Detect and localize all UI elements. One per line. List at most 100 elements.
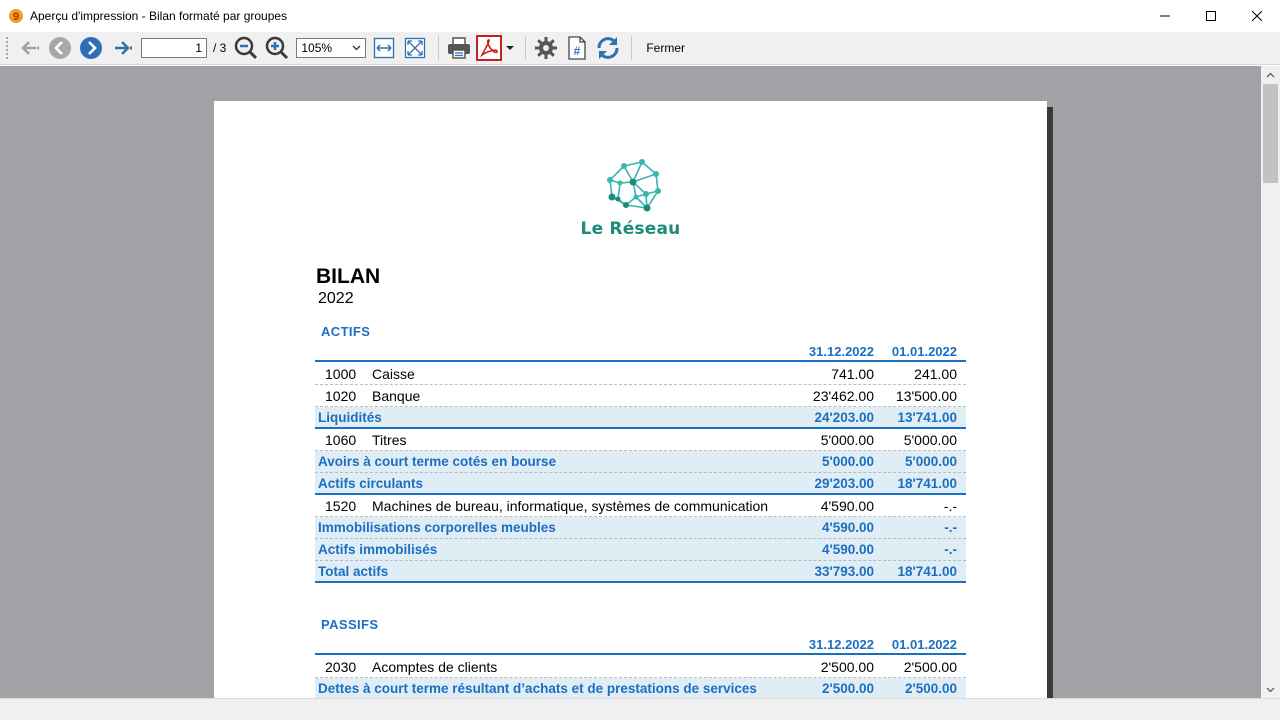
last-page-button[interactable] <box>108 34 136 62</box>
refresh-icon <box>597 37 619 59</box>
amount-previous: 241.00 <box>914 366 957 382</box>
amount-previous: 5'000.00 <box>903 432 957 448</box>
minimize-icon <box>1160 15 1170 17</box>
account-description: Immobilisations corporelles meubles <box>318 520 556 535</box>
close-icon <box>1252 11 1262 21</box>
hash-document-icon: # <box>568 36 586 60</box>
page-number-input[interactable]: 1 <box>141 38 207 58</box>
account-row: 2030 Acomptes de clients 2'500.00 2'500.00 <box>315 656 966 678</box>
report-year: 2022 <box>318 290 354 307</box>
assets-table: 1000 Caisse 741.00 241.00 1020 Banque 23'462.0… <box>315 363 966 583</box>
close-window-button[interactable] <box>1234 0 1280 32</box>
chevron-up-icon <box>1266 72 1275 77</box>
amount-previous: -.- <box>944 520 957 535</box>
column-date-previous: 01.01.2022 <box>891 637 957 652</box>
zoom-in-button[interactable] <box>263 34 291 62</box>
group-total-row: Immobilisations corporelles meubles 4'590… <box>315 517 966 539</box>
group-total-row: Total actifs 33'793.00 18'741.00 <box>315 561 966 583</box>
amount-previous: -.- <box>944 542 957 557</box>
toolbar-separator <box>438 36 440 60</box>
group-total-row: Actifs circulants 29'203.00 18'741.00 <box>315 473 966 495</box>
amount-previous: 18'741.00 <box>897 476 957 491</box>
toolbar: 1 / 3 105% # Fermer <box>0 32 1280 65</box>
first-page-button[interactable] <box>15 34 43 62</box>
maximize-icon <box>1206 11 1216 21</box>
fit-page-icon <box>405 37 426 59</box>
report-page: Le Réseau BILAN 2022 ACTIFS 31.12.2022 0… <box>214 101 1047 698</box>
page-total-label: / 3 <box>213 41 227 55</box>
zoom-value: 105% <box>301 41 333 55</box>
maximize-button[interactable] <box>1188 0 1234 32</box>
settings-button[interactable] <box>532 34 560 62</box>
group-total-row: Liquidités 24'203.00 13'741.00 <box>315 407 966 429</box>
preview-area[interactable]: Le Réseau BILAN 2022 ACTIFS 31.12.2022 0… <box>0 66 1261 698</box>
status-bar <box>0 698 1280 720</box>
scroll-down-button[interactable] <box>1261 681 1280 698</box>
amount-current: 29'203.00 <box>814 476 874 491</box>
app-icon: 9 <box>8 8 24 24</box>
amount-current: 4'590.00 <box>821 542 874 557</box>
export-pdf-button[interactable] <box>476 34 516 62</box>
account-number: 1020 <box>325 388 357 404</box>
amount-current: 23'462.00 <box>812 388 874 404</box>
printer-icon <box>448 37 471 59</box>
account-row: 1060 Titres 5'000.00 5'000.00 <box>315 429 966 451</box>
account-description: Dettes à court terme résultant d’achats … <box>318 681 757 696</box>
next-page-button[interactable] <box>77 34 105 62</box>
fit-width-button[interactable] <box>370 34 398 62</box>
minimize-button[interactable] <box>1142 0 1188 32</box>
amount-previous: 5'000.00 <box>904 454 957 469</box>
previous-page-icon <box>49 37 71 59</box>
account-description: Machines de bureau, informatique, systèm… <box>372 498 769 514</box>
next-page-icon <box>80 37 102 59</box>
toolbar-separator <box>631 36 633 60</box>
toolbar-grip[interactable] <box>5 36 9 60</box>
chevron-down-icon <box>1266 687 1275 692</box>
previous-page-button[interactable] <box>46 34 74 62</box>
chevron-down-icon <box>352 45 361 51</box>
amount-current: 2'500.00 <box>820 659 874 675</box>
amount-current: 33'793.00 <box>814 564 874 579</box>
pdf-icon <box>476 35 515 61</box>
zoom-select[interactable]: 105% <box>296 38 367 58</box>
amount-previous: 2'500.00 <box>903 659 957 675</box>
column-date-previous: 01.01.2022 <box>891 344 957 359</box>
column-date-current: 31.12.2022 <box>808 344 874 359</box>
amount-previous: 18'741.00 <box>897 564 957 579</box>
vertical-scrollbar[interactable] <box>1261 66 1280 698</box>
account-row: 1020 Banque 23'462.00 13'500.00 <box>315 385 966 407</box>
account-description: Banque <box>372 388 421 404</box>
scroll-up-button[interactable] <box>1261 66 1280 83</box>
print-button[interactable] <box>445 34 473 62</box>
amount-current: 741.00 <box>831 366 874 382</box>
amount-previous: 2'500.00 <box>904 681 957 696</box>
account-number: 1520 <box>325 498 357 514</box>
page-numbering-button[interactable]: # <box>563 34 591 62</box>
refresh-button[interactable] <box>594 34 622 62</box>
toolbar-separator <box>525 36 527 60</box>
group-total-row: Avoirs à court terme cotés en bourse 5'00… <box>315 451 966 473</box>
account-description: Actifs immobilisés <box>318 542 438 557</box>
account-number: 1000 <box>325 366 357 382</box>
zoom-out-button[interactable] <box>232 34 260 62</box>
fit-page-button[interactable] <box>401 34 429 62</box>
assets-column-header: 31.12.2022 01.01.2022 <box>315 343 966 362</box>
account-description: Titres <box>372 432 407 448</box>
liabilities-section-label: PASSIFS <box>321 617 379 632</box>
svg-text:#: # <box>574 44 581 58</box>
close-preview-button[interactable]: Fermer <box>646 41 685 55</box>
assets-section-label: ACTIFS <box>321 324 371 339</box>
amount-current: 5'000.00 <box>821 454 874 469</box>
account-row: 1000 Caisse 741.00 241.00 <box>315 363 966 385</box>
group-total-row: Actifs immobilisés 4'590.00 -.- <box>315 539 966 561</box>
amount-current: 5'000.00 <box>820 432 874 448</box>
amount-previous: -.- <box>943 498 957 514</box>
svg-text:9: 9 <box>13 11 19 23</box>
amount-previous: 13'741.00 <box>897 410 957 425</box>
report-title: BILAN <box>316 265 381 288</box>
amount-current: 2'500.00 <box>821 681 874 696</box>
scroll-thumb[interactable] <box>1263 84 1278 183</box>
account-number: 2030 <box>325 659 357 675</box>
group-total-row: Dettes à court terme résultant d’achats … <box>315 678 966 698</box>
liabilities-column-header: 31.12.2022 01.01.2022 <box>315 636 966 655</box>
